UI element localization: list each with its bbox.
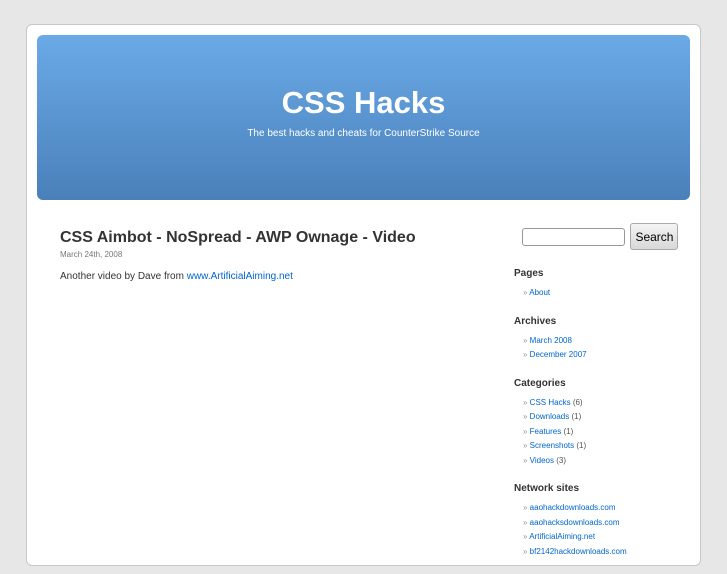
search-form: Search	[522, 223, 679, 250]
post-title[interactable]: CSS Aimbot - NoSpread - AWP Ownage - Vid…	[60, 229, 416, 247]
category-count: (6)	[572, 397, 583, 407]
list-item: bf2142hackdownloads.com	[523, 545, 694, 560]
widget-title-categories: Categories	[514, 377, 566, 389]
list-item: March 2008	[523, 334, 694, 349]
widget-title-pages: Pages	[514, 268, 544, 279]
network-link[interactable]: ArtificialAiming.net	[529, 532, 595, 541]
category-link[interactable]: Screenshots	[530, 441, 574, 450]
site-description: The best hacks and cheats for CounterStr…	[247, 128, 480, 139]
post-date: March 24th, 2008	[60, 250, 123, 259]
widget-title-archives: Archives	[514, 315, 557, 327]
page-container: CSS Hacks The best hacks and cheats for …	[26, 24, 701, 566]
post-link[interactable]: www.ArtificialAiming.net	[187, 271, 293, 282]
category-count: (1)	[571, 412, 582, 421]
list-item: Videos (3)	[523, 454, 694, 469]
list-item: Screenshots (1)	[523, 439, 694, 454]
search-input[interactable]	[522, 227, 625, 246]
list-item: Downloads (1)	[523, 410, 694, 425]
list-item: CSS Hacks (6)	[523, 396, 694, 411]
search-button[interactable]: Search	[630, 223, 679, 250]
list-item: aaohacksdownloads.com	[523, 516, 694, 531]
list-item: aaohackdownloads.com	[523, 501, 694, 516]
sidebar: Pages About Archives March 2008 December…	[514, 268, 694, 574]
categories-list: CSS Hacks (6) Downloads (1) Features (1)…	[514, 396, 694, 469]
network-link[interactable]: aaohackdownloads.com	[530, 503, 616, 512]
network-list: aaohackdownloads.com aaohacksdownloads.c…	[514, 501, 694, 559]
network-link[interactable]: bf2142hackdownloads.com	[530, 547, 627, 556]
post-body: Another video by Dave from www.Artificia…	[60, 271, 293, 282]
category-link[interactable]: Videos	[530, 456, 554, 465]
widget-title-network: Network sites	[514, 483, 580, 494]
list-item: About	[523, 286, 694, 301]
post-text: Another video by Dave from	[60, 271, 187, 282]
network-link[interactable]: aaohacksdownloads.com	[530, 518, 620, 527]
category-link[interactable]: Downloads	[530, 412, 570, 421]
header-banner: CSS Hacks The best hacks and cheats for …	[37, 35, 690, 200]
category-count: (3)	[556, 455, 567, 465]
site-title[interactable]: CSS Hacks	[37, 35, 690, 121]
list-item: Features (1)	[523, 425, 694, 440]
category-count: (1)	[563, 426, 574, 436]
category-link[interactable]: CSS Hacks	[530, 398, 571, 407]
archive-link[interactable]: December 2007	[530, 350, 587, 359]
list-item: ArtificialAiming.net	[523, 530, 694, 545]
archive-link[interactable]: March 2008	[530, 336, 572, 345]
pages-list: About	[514, 286, 694, 301]
category-count: (1)	[576, 441, 587, 450]
archives-list: March 2008 December 2007	[514, 334, 694, 363]
list-item: December 2007	[523, 348, 694, 363]
category-link[interactable]: Features	[530, 427, 562, 436]
page-link[interactable]: About	[529, 288, 550, 297]
